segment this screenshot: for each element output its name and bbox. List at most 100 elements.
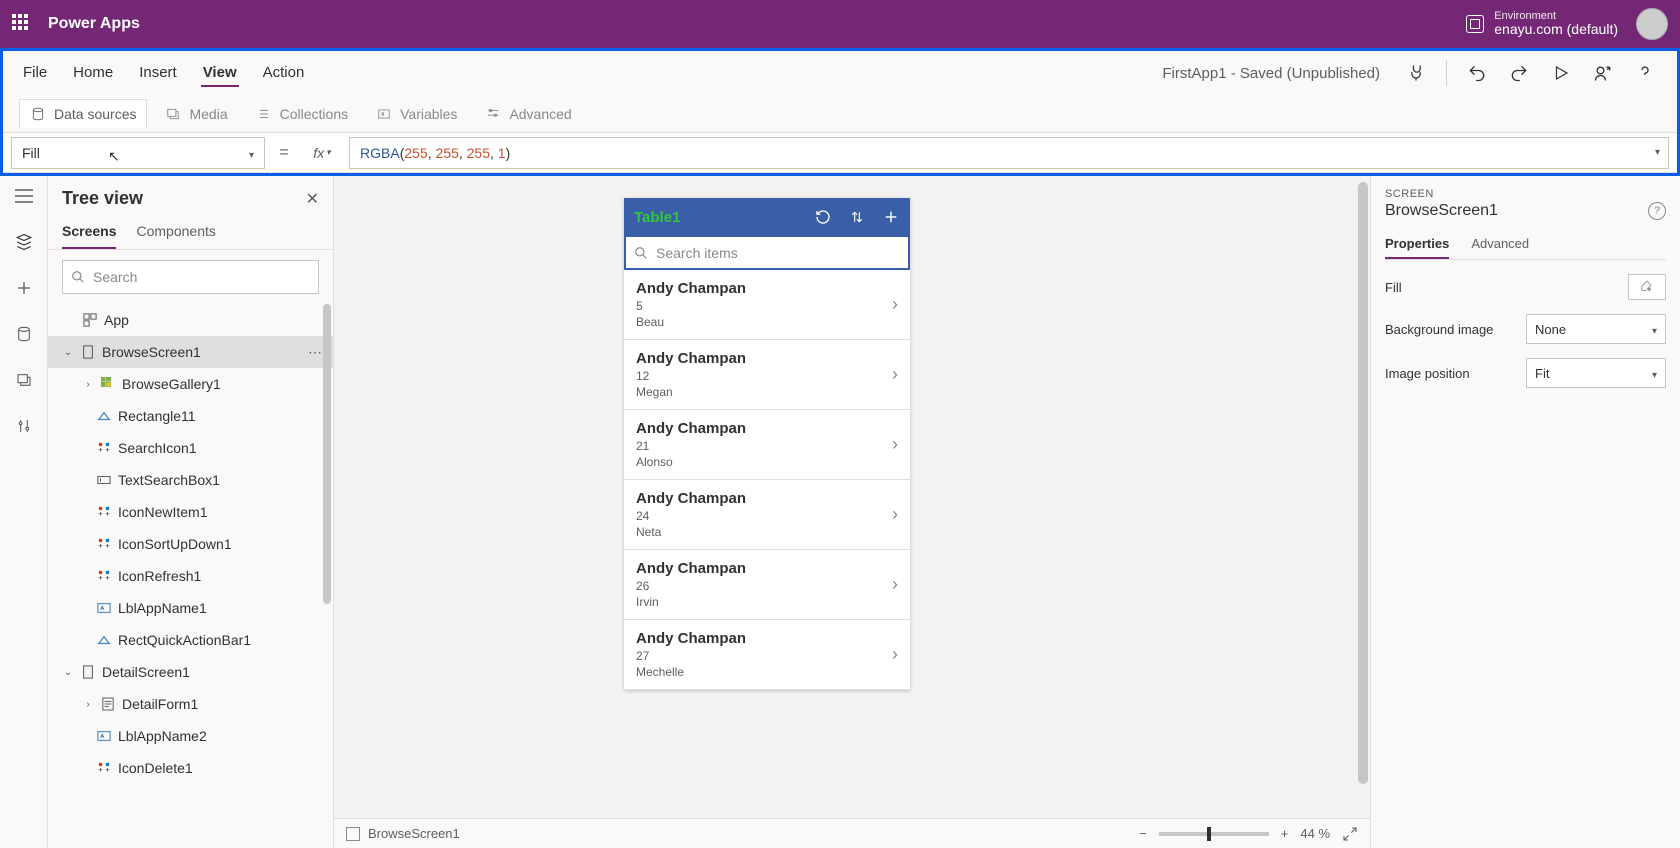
menu-action[interactable]: Action: [261, 60, 307, 87]
environment-icon: [1466, 15, 1484, 33]
tree-view-icon[interactable]: [14, 232, 34, 252]
formula-bar: Fill = fx▾ RGBA(255, 255, 255, 1): [3, 133, 1677, 173]
formula-expand-icon[interactable]: [1655, 147, 1660, 158]
share-icon[interactable]: [1589, 59, 1617, 87]
menu-home[interactable]: Home: [71, 60, 115, 87]
gallery-item[interactable]: Andy Champan27Mechelle›: [624, 620, 910, 690]
property-selector-value: Fill: [22, 145, 40, 161]
gallery-item[interactable]: Andy Champan21Alonso›: [624, 410, 910, 480]
ribbon-media[interactable]: Media: [155, 100, 237, 128]
tree-node-textsearchbox[interactable]: TextSearchBox1: [48, 464, 333, 496]
hamburger-icon[interactable]: [14, 186, 34, 206]
selection-checkbox[interactable]: [346, 827, 360, 841]
gallery-item-body: Irvin: [636, 595, 746, 609]
phone-search-input[interactable]: Search items: [624, 236, 910, 270]
close-icon[interactable]: ✕: [306, 189, 319, 209]
tree-node-searchicon[interactable]: SearchIcon1: [48, 432, 333, 464]
tree-tab-components[interactable]: Components: [136, 215, 215, 249]
expand-icon[interactable]: ›: [82, 699, 94, 710]
ribbon-advanced[interactable]: Advanced: [475, 100, 581, 128]
gallery-item-subtitle: 24: [636, 509, 746, 523]
gallery-item-title: Andy Champan: [636, 630, 746, 647]
tree-node-iconrefresh[interactable]: IconRefresh1: [48, 560, 333, 592]
props-object-name: BrowseScreen1: [1385, 202, 1498, 220]
property-selector[interactable]: Fill: [11, 137, 265, 169]
play-icon[interactable]: [1547, 59, 1575, 87]
tree-node-detailscreen[interactable]: ⌄DetailScreen1: [48, 656, 333, 688]
tree-node-browsescreen[interactable]: ⌄ BrowseScreen1 ⋯: [48, 336, 333, 368]
redo-icon[interactable]: [1505, 59, 1533, 87]
control-icon: [96, 440, 112, 456]
zoom-in-button[interactable]: +: [1281, 826, 1289, 841]
shape-icon: [96, 632, 112, 648]
bgimage-dropdown[interactable]: None: [1526, 314, 1666, 344]
zoom-slider[interactable]: [1159, 832, 1269, 836]
fill-color-picker[interactable]: [1628, 274, 1666, 300]
gallery-item-body: Alonso: [636, 455, 746, 469]
canvas[interactable]: Table1 Search items Andy Champan5Beau›An…: [334, 176, 1370, 848]
environment-picker[interactable]: Environment enayu.com (default): [1466, 10, 1618, 37]
menu-view[interactable]: View: [201, 60, 239, 87]
sort-icon[interactable]: [848, 208, 866, 226]
props-tab-properties[interactable]: Properties: [1385, 230, 1449, 259]
control-icon: [96, 568, 112, 584]
more-icon[interactable]: ⋯: [308, 344, 323, 361]
collapse-icon[interactable]: ⌄: [62, 667, 74, 678]
expand-icon[interactable]: ›: [82, 379, 94, 390]
tree-node-iconnew[interactable]: IconNewItem1: [48, 496, 333, 528]
ribbon-data-sources[interactable]: Data sources: [19, 99, 147, 128]
app-checker-icon[interactable]: [1402, 59, 1430, 87]
ribbon-collections[interactable]: Collections: [246, 100, 358, 128]
media-rail-icon[interactable]: [14, 370, 34, 390]
tree-node-iconsort[interactable]: IconSortUpDown1: [48, 528, 333, 560]
tree-tab-screens[interactable]: Screens: [62, 215, 116, 249]
data-icon[interactable]: [14, 324, 34, 344]
fit-to-window-icon[interactable]: [1342, 826, 1358, 842]
gallery-item-title: Andy Champan: [636, 350, 746, 367]
chevron-right-icon: ›: [892, 574, 898, 595]
formula-input[interactable]: RGBA(255, 255, 255, 1): [349, 137, 1669, 169]
waffle-icon[interactable]: [12, 14, 32, 34]
label-icon: [96, 728, 112, 744]
tree-node-app[interactable]: App: [48, 304, 333, 336]
refresh-icon[interactable]: [814, 208, 832, 226]
menu-bar: File Home Insert View Action FirstApp1 - Sav…: [3, 51, 1677, 95]
gallery-item-title: Andy Champan: [636, 420, 746, 437]
side-rail: [0, 176, 48, 848]
fx-icon[interactable]: fx▾: [303, 145, 341, 161]
tree-node-rectangle[interactable]: Rectangle11: [48, 400, 333, 432]
ribbon-variables[interactable]: Variables: [366, 100, 467, 128]
undo-icon[interactable]: [1463, 59, 1491, 87]
imgpos-dropdown[interactable]: Fit: [1526, 358, 1666, 388]
props-help-icon[interactable]: ?: [1648, 202, 1666, 220]
tree-node-browsegallery[interactable]: › BrowseGallery1: [48, 368, 333, 400]
props-tab-advanced[interactable]: Advanced: [1471, 230, 1529, 259]
help-icon[interactable]: [1631, 59, 1659, 87]
tree-node-icondelete[interactable]: IconDelete1: [48, 752, 333, 784]
zoom-out-button[interactable]: −: [1139, 826, 1147, 841]
gallery-item[interactable]: Andy Champan5Beau›: [624, 270, 910, 340]
screen-icon: [80, 664, 96, 680]
chevron-right-icon: ›: [892, 644, 898, 665]
tree-node-lblappname1[interactable]: LblAppName1: [48, 592, 333, 624]
insert-icon[interactable]: [14, 278, 34, 298]
gallery-item-subtitle: 5: [636, 299, 746, 313]
tree-node-detailform[interactable]: ›DetailForm1: [48, 688, 333, 720]
user-avatar[interactable]: [1636, 8, 1668, 40]
gallery-item[interactable]: Andy Champan24Neta›: [624, 480, 910, 550]
collapse-icon[interactable]: ⌄: [62, 347, 74, 358]
tree-scrollbar[interactable]: [323, 304, 331, 764]
menu-file[interactable]: File: [21, 60, 49, 87]
tree-search-input[interactable]: Search: [62, 260, 319, 294]
add-icon[interactable]: [882, 208, 900, 226]
tree-node-lblappname2[interactable]: LblAppName2: [48, 720, 333, 752]
search-icon: [71, 270, 85, 284]
gallery-item[interactable]: Andy Champan26Irvin›: [624, 550, 910, 620]
canvas-scrollbar[interactable]: [1358, 182, 1368, 822]
document-status: FirstApp1 - Saved (Unpublished): [1162, 65, 1380, 82]
sliders-icon: [485, 106, 501, 122]
gallery-item[interactable]: Andy Champan12Megan›: [624, 340, 910, 410]
tools-icon[interactable]: [14, 416, 34, 436]
menu-insert[interactable]: Insert: [137, 60, 179, 87]
tree-node-rectquick[interactable]: RectQuickActionBar1: [48, 624, 333, 656]
